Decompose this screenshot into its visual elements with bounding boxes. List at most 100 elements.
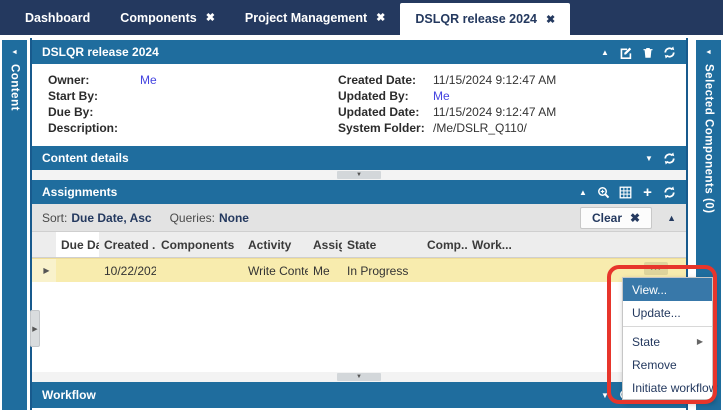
col-header-state[interactable]: State [342,232,422,257]
sort-label: Sort: [42,211,67,225]
collapse-right-icon: ◄ [705,48,712,58]
sort-value[interactable]: Due Date, Asc [71,211,151,225]
project-details: Owner:Me Start By: Due By: Description: … [32,64,686,144]
edit-icon[interactable] [619,46,632,59]
owner-link[interactable]: Me [140,72,157,88]
delete-icon[interactable] [641,46,654,59]
panel-header-content-details: Content details ▼ [32,146,686,170]
col-header-created[interactable]: Created ... [99,232,156,257]
tab-components[interactable]: Components ✖ [105,0,230,35]
close-icon: ✖ [630,211,640,225]
col-header-due-date[interactable]: Due Date [56,232,99,257]
grip-arrow-icon: ▼ [356,374,362,380]
panel-header-workflow: Workflow ▼ + [32,382,686,408]
splitter-grip[interactable]: ▼ [337,373,381,381]
queries-label: Queries: [170,211,215,225]
panel-title: Workflow [42,388,96,402]
refresh-icon[interactable] [663,152,676,165]
cell-activity: Write Content [243,259,308,282]
queries-value[interactable]: None [219,211,249,225]
collapse-left-icon: ◄ [11,48,18,58]
refresh-icon[interactable] [663,186,676,199]
menu-item-initiate-workflow[interactable]: Initiate workflow [623,376,712,399]
menu-item-remove[interactable]: Remove [623,353,712,376]
selected-components-label: Selected Components (0) [703,64,715,214]
cell-components [156,259,243,282]
collapse-icon[interactable]: ▲ [600,46,610,59]
assignments-toolbar: Sort: Due Date, Asc Queries: None Clear … [32,204,686,232]
cell-workflow [467,259,512,282]
col-header-expander [32,232,56,257]
assignments-table-header: Due Date Created ... Components Activity… [32,232,686,258]
panel-title: Assignments [42,185,117,199]
clear-button[interactable]: Clear ✖ [580,207,652,229]
panel-title: Content details [42,151,129,165]
row-actions-ellipsis-icon[interactable]: ••• [644,262,668,275]
zoom-icon[interactable] [597,186,610,199]
tab-dslqr-release-2024[interactable]: DSLQR release 2024 ✖ [400,3,570,35]
expand-icon[interactable]: ▼ [644,152,654,165]
row-expander-icon[interactable]: ▶ [32,259,56,282]
col-header-components[interactable]: Components [156,232,243,257]
col-header-workflow[interactable]: Work... [467,232,512,257]
field-label: Created Date: [338,72,433,88]
close-icon[interactable]: ✖ [376,11,385,24]
panel-title: DSLQR release 2024 [42,45,159,59]
left-splitter-handle[interactable]: ▶ [30,310,40,347]
ellipsis-glyph: ••• [650,265,661,273]
tab-label: DSLQR release 2024 [415,12,537,26]
close-icon[interactable]: ✖ [546,13,555,26]
grid-view-icon[interactable] [619,186,632,199]
splitter-grip[interactable]: ▼ [337,171,381,179]
main-content: DSLQR release 2024 ▲ Owner:Me Start By: … [30,38,688,410]
sidebar-content-rail[interactable]: ◄ Content [2,40,27,410]
tab-project-management[interactable]: Project Management ✖ [230,0,400,35]
clear-label: Clear [592,211,622,225]
menu-item-label: Remove [632,358,677,372]
menu-item-label: State [632,335,660,349]
col-header-completed[interactable]: Comp... [422,232,467,257]
panel-header-dslqr: DSLQR release 2024 ▲ [32,40,686,64]
field-label: Owner: [48,72,140,88]
field-label: Updated Date: [338,104,433,120]
menu-item-state[interactable]: State ▶ [623,330,712,353]
cell-state: In Progress [342,259,422,282]
toolbar-collapse-icon[interactable]: ▲ [667,213,676,223]
tab-bar: Dashboard Components ✖ Project Managemen… [0,0,723,35]
row-context-menu: View... Update... State ▶ Remove Initiat… [622,277,713,400]
field-label: Updated By: [338,88,433,104]
cell-completed [422,259,467,282]
collapse-icon[interactable]: ▲ [578,186,588,199]
expand-icon[interactable]: ▼ [600,389,610,402]
field-label: Start By: [48,88,140,104]
content-rail-label: Content [9,64,21,111]
menu-item-update[interactable]: Update... [623,301,712,324]
cell-created: 10/22/2025... [99,259,156,282]
field-label: Due By: [48,104,140,120]
tab-dashboard[interactable]: Dashboard [10,0,105,35]
tab-label: Dashboard [25,11,90,25]
add-icon[interactable]: + [641,186,654,199]
close-icon[interactable]: ✖ [206,11,215,24]
submenu-arrow-icon: ▶ [697,337,703,346]
horizontal-splitter: ▼ [32,372,686,382]
menu-item-label: View... [632,283,667,297]
updated-by-link[interactable]: Me [433,88,450,104]
field-label: Description: [48,120,140,136]
menu-item-label: Initiate workflow [632,381,717,395]
tab-label: Project Management [245,11,367,25]
table-row[interactable]: ▶ 10/22/2025... Write Content Me In Prog… [32,258,686,282]
field-label: System Folder: [338,120,433,136]
col-header-assigned[interactable]: Assig... [308,232,342,257]
panel-header-assignments: Assignments ▲ + [32,180,686,204]
col-header-activity[interactable]: Activity [243,232,308,257]
cell-assigned: Me [308,259,342,282]
menu-item-view[interactable]: View... [623,278,712,301]
cell-due-date [56,259,99,282]
field-value: 11/15/2024 9:12:47 AM [433,104,556,120]
refresh-icon[interactable] [663,46,676,59]
tab-label: Components [120,11,196,25]
field-value: 11/15/2024 9:12:47 AM [433,72,556,88]
field-value: /Me/DSLR_Q110/ [433,120,527,136]
col-header-filler [512,232,686,257]
